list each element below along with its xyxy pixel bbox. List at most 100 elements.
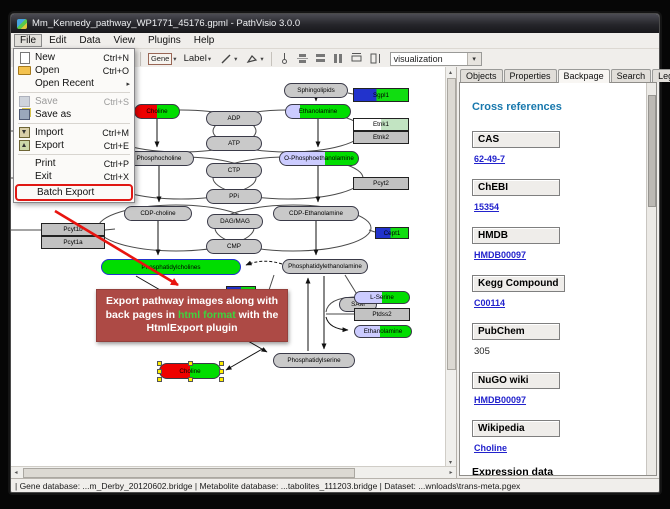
file-menu-item-new[interactable]: NewCtrl+N: [15, 51, 133, 64]
selection-handle: [188, 377, 193, 382]
canvas-vertical-scrollbar[interactable]: ▴ ▾: [445, 67, 456, 467]
gene-datanode-button[interactable]: Gene ▾: [146, 52, 179, 66]
chevron-down-icon[interactable]: ▾: [234, 55, 237, 63]
app-icon: [17, 19, 27, 29]
file-menu-item-export[interactable]: ExportCtrl+E: [15, 139, 133, 152]
menu-item-shortcut: Ctrl+O: [103, 66, 130, 76]
shape-tool-button[interactable]: ▾: [242, 50, 265, 67]
pathway-node-cept1[interactable]: Cept1: [375, 227, 409, 239]
menu-separator: [18, 123, 130, 124]
pathway-node-adp[interactable]: ADP: [206, 111, 262, 126]
tab-objects[interactable]: Objects: [460, 69, 503, 82]
file-menu-item-import[interactable]: ImportCtrl+M: [15, 126, 133, 139]
file-menu-item-batch-export[interactable]: Batch Export: [17, 186, 131, 199]
tab-legend[interactable]: Legend: [652, 69, 670, 82]
file-menu-item-save-as[interactable]: Save as: [15, 108, 133, 121]
chevron-down-icon[interactable]: ▾: [173, 55, 176, 63]
pathway-node-ethanolamine[interactable]: Ethanolamine: [354, 325, 412, 338]
node-label: Phosphocholine: [137, 155, 182, 162]
visualization-value: visualization: [394, 54, 443, 64]
pathway-node-pcyt2[interactable]: Pcyt2: [353, 177, 409, 190]
xref-link[interactable]: 15354: [474, 202, 646, 212]
canvas-horizontal-scrollbar[interactable]: ◂ ▸: [11, 466, 456, 478]
menu-edit[interactable]: Edit: [43, 34, 72, 47]
pathway-node-ctp[interactable]: CTP: [206, 163, 262, 178]
pathway-node-atp[interactable]: ATP: [206, 136, 262, 151]
tab-search[interactable]: Search: [611, 69, 652, 82]
pathway-node-etnk2[interactable]: Etnk2: [353, 131, 409, 144]
menu-view[interactable]: View: [107, 34, 141, 47]
pathway-node-phosphatidylserine[interactable]: Phosphatidylserine: [273, 353, 355, 368]
pathway-node-ethanolamine[interactable]: Ethanolamine: [285, 104, 351, 119]
pathway-node-sphingolipids[interactable]: Sphingolipids: [284, 83, 348, 98]
pathway-node-cdp-ethanolamine[interactable]: CDP-Ethanolamine: [273, 206, 359, 221]
pathway-node-l-serine[interactable]: L-Serine: [354, 291, 410, 304]
menu-item-label: Open Recent: [35, 78, 117, 89]
pathway-node-ppi[interactable]: PPi: [206, 189, 262, 204]
file-menu-item-print[interactable]: PrintCtrl+P: [15, 157, 133, 170]
chevron-down-icon[interactable]: ▾: [208, 55, 211, 63]
pathway-node-phosphatidylcholines[interactable]: Phosphatidylcholines: [101, 259, 241, 275]
file-menu: NewCtrl+NOpenCtrl+OOpen Recent▸SaveCtrl+…: [13, 48, 135, 203]
scrollbar-thumb[interactable]: [23, 468, 355, 478]
xref-link[interactable]: C00114: [474, 298, 646, 308]
chevron-down-icon[interactable]: ▾: [260, 55, 263, 63]
menu-plugins[interactable]: Plugins: [142, 34, 187, 47]
scrollbar-thumb[interactable]: [648, 95, 656, 207]
file-menu-item-save[interactable]: SaveCtrl+S: [15, 95, 133, 108]
menu-file[interactable]: File: [14, 34, 42, 47]
scrollbar-thumb[interactable]: [447, 78, 456, 370]
visualization-combobox[interactable]: visualization ▾: [390, 52, 482, 66]
menu-data[interactable]: Data: [73, 34, 106, 47]
scroll-up-icon[interactable]: ▴: [446, 67, 455, 77]
xref-link[interactable]: Choline: [474, 443, 646, 453]
title-bar[interactable]: Mm_Kennedy_pathway_WP1771_45176.gpml - P…: [11, 14, 659, 33]
node-label: CDP-Ethanolamine: [289, 210, 343, 217]
backpage-panel: Cross references CAS62-49-7ChEBI15354HMD…: [459, 82, 657, 476]
pathway-node-cmp[interactable]: CMP: [206, 239, 262, 254]
pathway-node-o-phosphoethanolamine[interactable]: O-Phosphoethanolamine: [279, 151, 359, 166]
menu-icon-empty: [18, 158, 31, 170]
menu-item-shortcut: Ctrl+X: [104, 172, 130, 182]
scroll-left-icon[interactable]: ◂: [11, 467, 21, 477]
file-menu-item-open-recent[interactable]: Open Recent▸: [15, 77, 133, 90]
menu-help[interactable]: Help: [188, 34, 221, 47]
chevron-down-icon[interactable]: ▾: [467, 53, 481, 65]
pathway-node-choline[interactable]: Choline: [159, 363, 221, 379]
node-label: ATP: [228, 140, 240, 147]
pathway-node-etnk1[interactable]: Etnk1: [353, 118, 409, 131]
line-tool-button[interactable]: ▾: [216, 50, 239, 67]
window-title: Mm_Kennedy_pathway_WP1771_45176.gpml - P…: [32, 18, 300, 29]
panel-scrollbar[interactable]: [646, 83, 656, 475]
align-anchor-icon[interactable]: [277, 51, 292, 66]
xref-link[interactable]: HMDB00097: [474, 395, 646, 405]
common-width-icon[interactable]: [349, 51, 364, 66]
node-label: Pcyt1a: [63, 239, 82, 246]
pathway-node-choline[interactable]: Choline: [134, 104, 180, 119]
pathway-node-dag-mag[interactable]: DAG/MAG: [207, 214, 263, 229]
xref-link[interactable]: HMDB00097: [474, 250, 646, 260]
xref-link[interactable]: 62-49-7: [474, 154, 646, 164]
section-header: PubChem: [472, 323, 560, 340]
align-center-icon[interactable]: [295, 51, 310, 66]
pathway-node-pcyt1a[interactable]: Pcyt1a: [41, 236, 105, 249]
stack-columns-icon[interactable]: [331, 51, 346, 66]
pathway-node-pcyt1b[interactable]: Pcyt1b: [41, 223, 105, 236]
menu-item-label: Save: [35, 96, 100, 107]
pathway-node-phosphatidylethanolamine[interactable]: Phosphatidylethanolamine: [282, 259, 368, 274]
tab-backpage[interactable]: Backpage: [558, 69, 610, 83]
file-menu-item-open[interactable]: OpenCtrl+O: [15, 64, 133, 77]
label-tool-label: Label: [184, 53, 207, 64]
label-tool-button[interactable]: Label ▾: [182, 52, 214, 65]
pathway-node-ptdss2[interactable]: Ptdss2: [354, 308, 410, 321]
pathway-node-cdp-choline[interactable]: CDP-choline: [124, 206, 192, 221]
pathway-node-sgpl1[interactable]: Sgpl1: [353, 88, 409, 102]
scroll-right-icon[interactable]: ▸: [446, 467, 456, 477]
tab-properties[interactable]: Properties: [504, 69, 557, 82]
section-header: Wikipedia: [472, 420, 560, 437]
file-menu-item-exit[interactable]: ExitCtrl+X: [15, 170, 133, 183]
stack-rows-icon[interactable]: [313, 51, 328, 66]
common-height-icon[interactable]: [367, 51, 382, 66]
node-label: L-Serine: [370, 294, 394, 301]
node-label: PPi: [229, 193, 239, 200]
